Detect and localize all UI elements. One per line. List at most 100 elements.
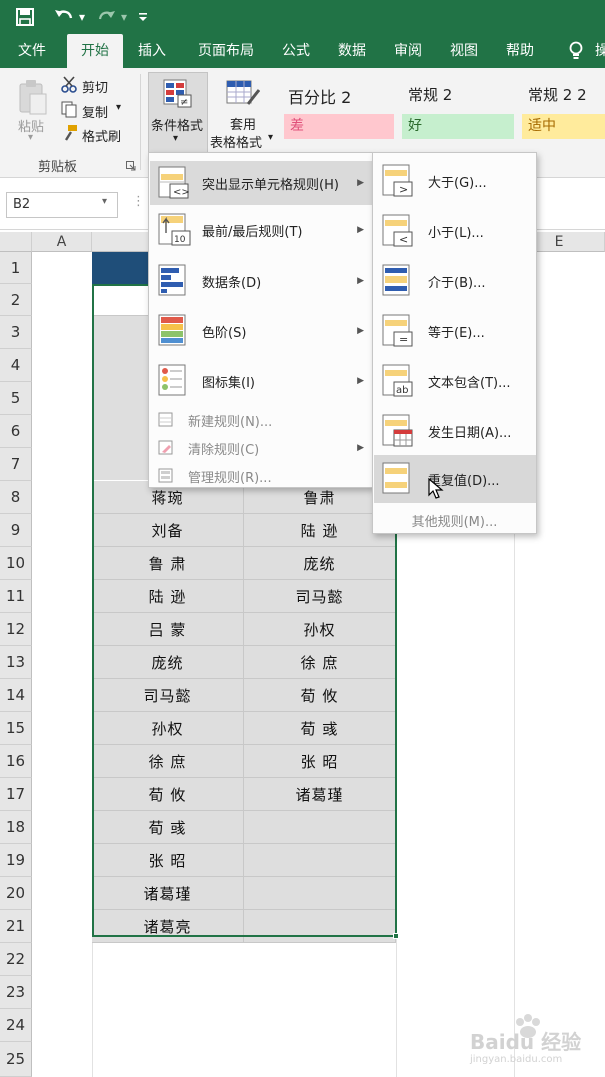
menu-item-manage-rules[interactable]: 管理规则(R)... <box>150 463 372 489</box>
column-header-a[interactable]: A <box>32 232 92 252</box>
table-cell[interactable]: 诸葛瑾 <box>92 877 244 910</box>
undo-dropdown-icon[interactable]: ▾ <box>76 0 88 34</box>
menu-item-color-scales[interactable]: 色阶(S) ▶ <box>150 307 372 355</box>
save-icon[interactable] <box>12 0 38 34</box>
format-as-table-label-2[interactable]: 表格格式 <box>210 132 262 151</box>
row-header[interactable]: 11 <box>0 580 32 613</box>
table-cell[interactable]: 刘备 <box>92 514 244 547</box>
customize-toolbar-icon[interactable] <box>136 0 150 34</box>
lightbulb-icon[interactable] <box>568 34 588 68</box>
submenu-item-text-contains[interactable]: ab 文本包含(T)... <box>374 357 536 405</box>
table-cell[interactable]: 庞统 <box>92 646 244 679</box>
select-all-corner[interactable] <box>0 232 32 252</box>
tab-home[interactable]: 开始 <box>67 34 123 68</box>
submenu-item-less-than[interactable]: < 小于(L)... <box>374 207 536 255</box>
menu-item-icon-sets[interactable]: 图标集(I) ▶ <box>150 357 372 405</box>
row-header[interactable]: 5 <box>0 382 32 415</box>
table-cell[interactable]: 司马懿 <box>244 580 396 613</box>
table-cell[interactable] <box>244 877 396 910</box>
row-header[interactable]: 13 <box>0 646 32 679</box>
table-cell[interactable]: 孙权 <box>244 613 396 646</box>
tab-help[interactable]: 帮助 <box>498 34 542 68</box>
row-header[interactable]: 6 <box>0 415 32 448</box>
submenu-item-between[interactable]: 介于(B)... <box>374 257 536 305</box>
table-cell[interactable]: 诸葛亮 <box>92 910 244 943</box>
menu-item-new-rule[interactable]: 新建规则(N)... <box>150 407 372 433</box>
table-cell[interactable]: 诸葛瑾 <box>244 778 396 811</box>
row-header[interactable]: 9 <box>0 514 32 547</box>
cell-style-normal-2-2[interactable]: 常规 2 2 <box>528 84 587 105</box>
cut-icon[interactable] <box>60 76 78 94</box>
menu-item-clear-rules[interactable]: 清除规则(C) ▶ <box>150 435 372 461</box>
submenu-more-rules[interactable]: 其他规则(M)... <box>373 511 536 530</box>
table-cell[interactable]: 庞统 <box>244 547 396 580</box>
copy-button[interactable]: 复制 <box>82 102 108 121</box>
cell-style-normal-2[interactable]: 常规 2 <box>408 84 452 105</box>
row-header[interactable]: 16 <box>0 745 32 778</box>
fill-handle[interactable] <box>393 933 399 939</box>
row-header[interactable]: 25 <box>0 1042 32 1077</box>
row-header[interactable]: 2 <box>0 284 32 316</box>
tab-formulas[interactable]: 公式 <box>274 34 318 68</box>
row-header[interactable]: 1 <box>0 252 32 284</box>
row-header[interactable]: 23 <box>0 976 32 1009</box>
submenu-item-date-occurring[interactable]: 发生日期(A)... <box>374 407 536 455</box>
tab-data[interactable]: 数据 <box>330 34 374 68</box>
format-painter-icon[interactable] <box>60 124 78 142</box>
row-header[interactable]: 8 <box>0 481 32 514</box>
tab-insert[interactable]: 插入 <box>130 34 174 68</box>
menu-item-top-bottom-rules[interactable]: 10 最前/最后规则(T) ▶ <box>150 207 372 253</box>
row-header[interactable]: 20 <box>0 877 32 910</box>
tab-search-truncated[interactable]: 操 <box>592 34 605 68</box>
menu-item-highlight-rules[interactable]: <> 突出显示单元格规则(H) ▶ <box>150 161 372 205</box>
row-header[interactable]: 3 <box>0 316 32 349</box>
table-cell[interactable]: 张 昭 <box>244 745 396 778</box>
tab-review[interactable]: 审阅 <box>386 34 430 68</box>
format-as-table-dropdown-icon[interactable]: ▾ <box>268 132 273 143</box>
copy-dropdown-icon[interactable]: ▾ <box>116 102 121 113</box>
table-cell[interactable] <box>244 844 396 877</box>
redo-icon[interactable] <box>96 0 118 34</box>
redo-dropdown-icon[interactable]: ▾ <box>118 0 130 34</box>
clipboard-launcher-icon[interactable] <box>126 160 136 171</box>
tab-page-layout[interactable]: 页面布局 <box>188 34 264 68</box>
table-cell[interactable]: 孙权 <box>92 712 244 745</box>
row-header[interactable]: 17 <box>0 778 32 811</box>
row-header[interactable]: 18 <box>0 811 32 844</box>
format-painter-button[interactable]: 格式刷 <box>82 126 121 145</box>
table-cell[interactable] <box>244 811 396 844</box>
table-cell[interactable]: 吕 蒙 <box>92 613 244 646</box>
format-as-table-icon[interactable] <box>226 80 261 110</box>
cut-button[interactable]: 剪切 <box>82 77 108 96</box>
tab-view[interactable]: 视图 <box>442 34 486 68</box>
table-cell[interactable]: 鲁 肃 <box>92 547 244 580</box>
table-cell[interactable]: 荀 攸 <box>92 778 244 811</box>
row-header[interactable]: 19 <box>0 844 32 877</box>
paste-dropdown-icon[interactable]: ▾ <box>28 132 33 143</box>
row-header[interactable]: 7 <box>0 448 32 481</box>
table-cell[interactable]: 陆 逊 <box>92 580 244 613</box>
menu-item-data-bars[interactable]: 数据条(D) ▶ <box>150 257 372 305</box>
table-cell[interactable] <box>244 910 396 943</box>
row-header[interactable]: 4 <box>0 349 32 382</box>
row-header[interactable]: 14 <box>0 679 32 712</box>
cell-style-percent-2[interactable]: 百分比 2 <box>288 84 351 108</box>
conditional-format-button[interactable]: ≠ 条件格式 ▾ <box>148 72 208 154</box>
row-header[interactable]: 15 <box>0 712 32 745</box>
submenu-item-greater-than[interactable]: > 大于(G)... <box>374 157 536 205</box>
submenu-item-equal-to[interactable]: = 等于(E)... <box>374 307 536 355</box>
row-header[interactable]: 21 <box>0 910 32 943</box>
copy-icon[interactable] <box>60 100 78 118</box>
cell-style-neutral[interactable]: 适中 <box>522 114 605 139</box>
table-cell[interactable]: 荀 攸 <box>244 679 396 712</box>
tab-file[interactable]: 文件 <box>10 34 54 68</box>
cell-style-good[interactable]: 好 <box>402 114 514 139</box>
table-cell[interactable]: 荀 彧 <box>244 712 396 745</box>
table-cell[interactable]: 司马懿 <box>92 679 244 712</box>
table-cell[interactable]: 荀 彧 <box>92 811 244 844</box>
table-cell[interactable]: 徐 庶 <box>92 745 244 778</box>
format-as-table-label-1[interactable]: 套用 <box>230 114 256 133</box>
submenu-item-duplicate-values[interactable]: 重复值(D)... <box>374 455 536 503</box>
table-cell[interactable]: 张 昭 <box>92 844 244 877</box>
row-header[interactable]: 12 <box>0 613 32 646</box>
